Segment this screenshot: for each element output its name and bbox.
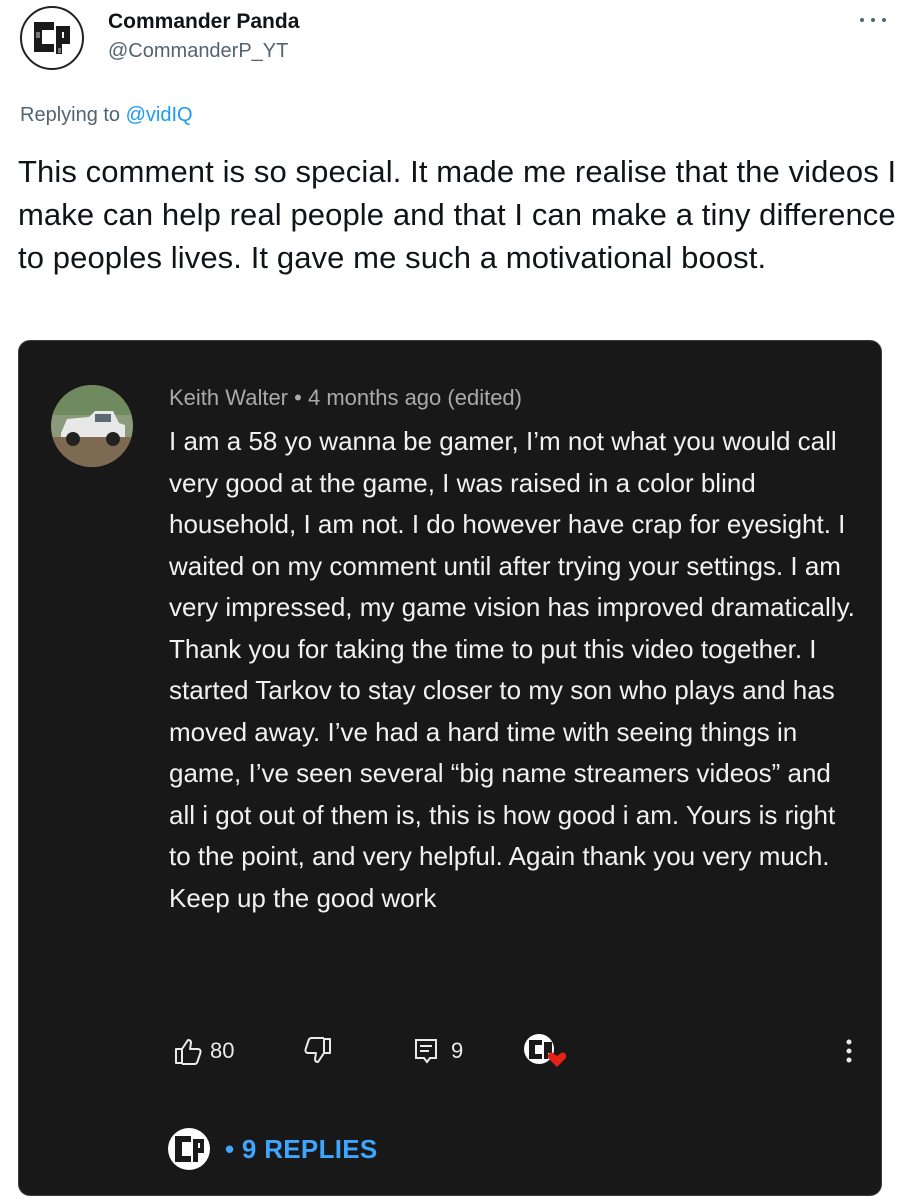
dislike-button[interactable]: [303, 1035, 333, 1067]
more-options-button[interactable]: [856, 8, 890, 32]
author-handle[interactable]: @CommanderP_YT: [108, 40, 288, 63]
meta-separator: •: [294, 385, 302, 410]
reply-count: 9: [451, 1038, 464, 1063]
comment-icon: [415, 1039, 437, 1064]
replying-to-label: Replying to: [20, 104, 121, 126]
comment-body: I am a 58 yo wanna be gamer, I’m not wha…: [169, 426, 855, 913]
creator-avatar-icon: [168, 1128, 210, 1170]
replying-to-mention[interactable]: @vidIQ: [126, 104, 193, 126]
comment-menu-button[interactable]: [845, 1035, 853, 1067]
creator-heart-icon: [524, 1034, 567, 1067]
like-count: 80: [210, 1038, 235, 1063]
author-display-name[interactable]: Commander Panda: [108, 10, 299, 34]
embedded-comment-image[interactable]: Keith Walter • 4 months ago (edited) I a…: [18, 340, 882, 1196]
replying-to-line: Replying to @vidIQ: [20, 104, 193, 127]
cp-logo-icon: [24, 10, 80, 66]
comment-author[interactable]: Keith Walter: [169, 385, 288, 410]
thumbs-down-icon: [304, 1037, 331, 1063]
view-replies-label[interactable]: • 9 REPLIES: [225, 1134, 378, 1165]
truck-photo-icon: [51, 385, 133, 467]
author-avatar[interactable]: [20, 6, 84, 70]
more-vertical-icon: [846, 1039, 852, 1063]
view-replies-button[interactable]: • 9 REPLIES: [167, 1127, 567, 1171]
creator-heart: [523, 1034, 571, 1067]
like-button[interactable]: 80: [173, 1035, 234, 1067]
reply-button[interactable]: 9: [413, 1035, 463, 1067]
thumbs-up-icon: [175, 1039, 202, 1065]
comment-timestamp[interactable]: 4 months ago (edited): [308, 385, 522, 410]
tweet-text: This comment is so special. It made me r…: [18, 154, 897, 275]
comment-meta: Keith Walter • 4 months ago (edited): [169, 385, 522, 411]
more-horizontal-icon: [860, 18, 864, 22]
commenter-avatar: [51, 385, 133, 467]
comment-actions: 80 9: [169, 1034, 869, 1067]
